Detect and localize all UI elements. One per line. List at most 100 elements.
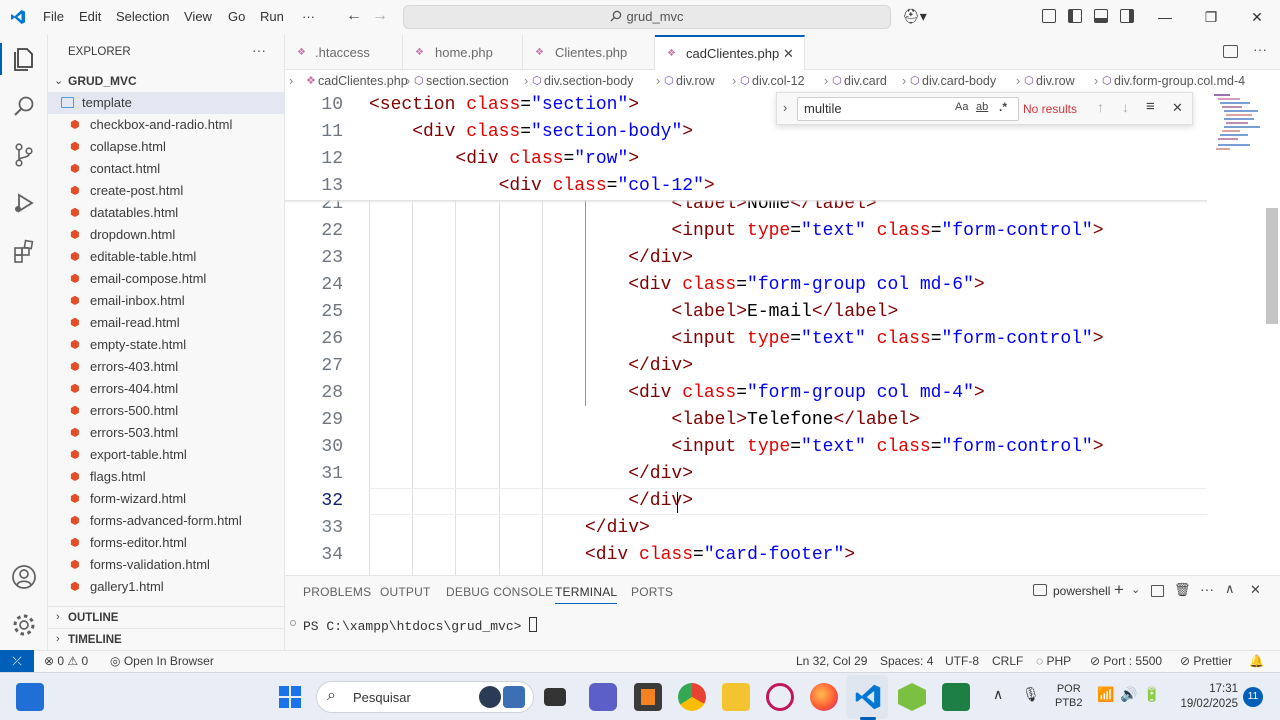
split-editor-icon[interactable]: [1223, 45, 1238, 58]
tab-problems[interactable]: PROBLEMS: [303, 585, 371, 599]
file-item[interactable]: ⬢ errors-500.html: [48, 400, 285, 422]
code-line[interactable]: 23 </div>: [285, 245, 1207, 272]
firefox-icon[interactable]: [810, 683, 838, 711]
restore-button[interactable]: ❐: [1198, 6, 1224, 28]
file-item[interactable]: ⬢ gallery1.html: [48, 576, 285, 598]
tab-htaccess[interactable]: ❖ .htaccess: [285, 35, 403, 70]
menu-edit[interactable]: Edit: [79, 9, 101, 24]
file-item[interactable]: ⬢ dropdown.html: [48, 224, 285, 246]
toggle-secondary-sidebar-icon[interactable]: [1120, 9, 1134, 23]
file-item[interactable]: ⬢ contact.html: [48, 158, 285, 180]
problems-status[interactable]: ⊗ 0 ⚠ 0: [44, 651, 88, 672]
copilot-icon[interactable]: ⛑▾: [902, 8, 927, 25]
tab-clientes-php[interactable]: ❖ Clientes.php: [523, 35, 655, 70]
more-actions-icon[interactable]: ···: [1200, 581, 1214, 597]
toggle-sidebar-icon[interactable]: [1068, 9, 1082, 23]
file-item[interactable]: ⬢ form-wizard.html: [48, 488, 285, 510]
open-in-browser[interactable]: ◎ Open In Browser: [110, 651, 214, 672]
chevron-up-icon[interactable]: ∧: [993, 686, 1003, 703]
close-panel-icon[interactable]: ✕: [1250, 582, 1261, 598]
code-line[interactable]: 34 <div class="card-footer">: [285, 542, 1207, 569]
outline-section[interactable]: OUTLINE: [68, 612, 118, 624]
breadcrumb-item[interactable]: div.form-group.col.md-4: [1114, 70, 1245, 92]
explorer-icon[interactable]: [8, 43, 40, 75]
file-item[interactable]: ⬢ collapse.html: [48, 136, 285, 158]
menu-more[interactable]: ···: [302, 9, 315, 24]
next-match-icon[interactable]: ↓: [1122, 99, 1129, 115]
chevron-right-icon[interactable]: ›: [56, 611, 60, 623]
file-item[interactable]: ⬢ email-compose.html: [48, 268, 285, 290]
command-center-search[interactable]: grud_mvc: [403, 5, 891, 29]
widgets-icon[interactable]: [16, 683, 44, 711]
file-item[interactable]: ⬢ create-post.html: [48, 180, 285, 202]
battery-icon[interactable]: 🔋: [1143, 686, 1160, 703]
breadcrumb-item[interactable]: div.row: [676, 70, 715, 92]
wifi-icon[interactable]: 📶: [1097, 686, 1114, 703]
file-item[interactable]: ⬢ empty-state.html: [48, 334, 285, 356]
code-line[interactable]: 33 </div>: [285, 515, 1207, 542]
tab-home-php[interactable]: ❖ home.php: [403, 35, 523, 70]
editor-scrollbar-thumb[interactable]: [1266, 208, 1278, 324]
indentation[interactable]: Spaces: 4: [880, 651, 933, 672]
close-window-button[interactable]: ✕: [1244, 6, 1270, 28]
close-find-icon[interactable]: ✕: [1172, 100, 1183, 116]
vscode-taskbar-icon[interactable]: [854, 683, 882, 711]
back-arrow-icon[interactable]: ←: [346, 7, 362, 25]
code-line[interactable]: 24 <div class="form-group col md-6">: [285, 272, 1207, 299]
source-control-icon[interactable]: [8, 139, 40, 171]
breadcrumb-item[interactable]: div.col-12: [752, 70, 805, 92]
clock[interactable]: 17:31 19/02/2025: [1176, 682, 1238, 712]
prettier-status[interactable]: ⊘ Prettier: [1180, 651, 1232, 672]
taskbar-search[interactable]: ⌕ Pesquisar: [316, 681, 534, 713]
file-item[interactable]: ⬢ flags.html: [48, 466, 285, 488]
breadcrumb-item[interactable]: div.section-body: [544, 70, 633, 92]
menu-selection[interactable]: Selection: [116, 9, 169, 24]
more-actions-icon[interactable]: ···: [252, 42, 266, 58]
chevron-right-icon[interactable]: ›: [56, 633, 60, 645]
app-icon[interactable]: [898, 683, 926, 711]
cursor-position[interactable]: Ln 32, Col 29: [796, 651, 867, 672]
live-server-port[interactable]: ⊘ Port : 5500: [1090, 651, 1162, 672]
microphone-icon[interactable]: 🎙: [1022, 686, 1040, 703]
forward-arrow-icon[interactable]: →: [372, 7, 388, 25]
file-item[interactable]: ⬢ errors-503.html: [48, 422, 285, 444]
breadcrumb-item[interactable]: div.card: [844, 70, 887, 92]
customize-layout-icon[interactable]: [1042, 9, 1056, 23]
code-line[interactable]: 22 <input type="text" class="form-control…: [285, 218, 1207, 245]
close-tab-icon[interactable]: ✕: [783, 37, 794, 70]
sticky-scroll-line[interactable]: 12 <div class="row">: [285, 146, 1207, 173]
new-terminal-icon[interactable]: +: [1114, 580, 1124, 600]
search-view-icon[interactable]: [8, 91, 40, 123]
file-item[interactable]: ⬢ email-inbox.html: [48, 290, 285, 312]
volume-icon[interactable]: 🔊: [1120, 686, 1137, 703]
code-line[interactable]: 25 <label>E-mail</label>: [285, 299, 1207, 326]
sticky-scroll-line[interactable]: 13 <div class="col-12">: [285, 173, 1207, 200]
sublime-text-icon[interactable]: [634, 683, 662, 711]
code-line[interactable]: 31 </div>: [285, 461, 1207, 488]
run-debug-icon[interactable]: [8, 187, 40, 219]
previous-match-icon[interactable]: ↑: [1097, 99, 1104, 115]
file-item[interactable]: ⬢ forms-editor.html: [48, 532, 285, 554]
end-of-line[interactable]: CRLF: [992, 651, 1023, 672]
breadcrumb-item[interactable]: cadClientes.php: [318, 70, 408, 92]
remote-indicator[interactable]: ⤫: [0, 650, 34, 672]
start-windows-icon[interactable]: [278, 685, 302, 709]
file-item[interactable]: ⬢ checkbox-and-radio.html: [48, 114, 285, 136]
code-line[interactable]: 29 <label>Telefone</label>: [285, 407, 1207, 434]
match-case-icon[interactable]: Aa: [955, 101, 968, 113]
opera-icon[interactable]: [766, 683, 794, 711]
menu-view[interactable]: View: [184, 9, 212, 24]
terminal-app-icon[interactable]: [942, 683, 970, 711]
terminal-name[interactable]: powershell: [1053, 584, 1110, 598]
project-root[interactable]: GRUD_MVC: [68, 74, 137, 88]
menu-go[interactable]: Go: [228, 9, 245, 24]
file-item[interactable]: ⬢ datatables.html: [48, 202, 285, 224]
menu-run[interactable]: Run: [260, 9, 284, 24]
notification-badge[interactable]: 11: [1243, 687, 1263, 707]
tab-ports[interactable]: PORTS: [631, 585, 673, 599]
split-terminal-icon[interactable]: [1151, 585, 1164, 597]
whole-word-icon[interactable]: ab: [976, 101, 988, 113]
tab-terminal[interactable]: TERMINAL: [555, 585, 618, 604]
breadcrumb-item[interactable]: section.section: [426, 70, 509, 92]
file-item[interactable]: ⬢ export-table.html: [48, 444, 285, 466]
